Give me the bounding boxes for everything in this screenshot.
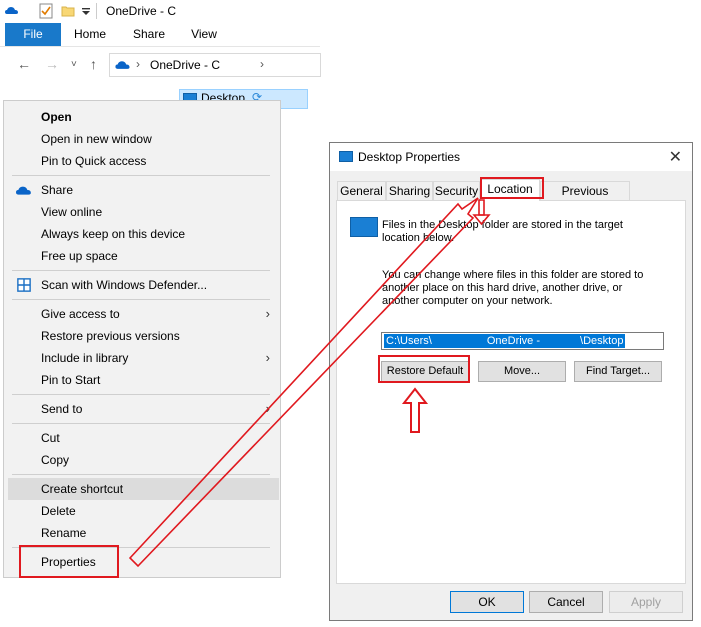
annotation-arrows: [128, 197, 491, 568]
annotation-arrow-up-restore: [401, 387, 429, 433]
annotation-arrow-down-location: [472, 199, 491, 226]
annotation-arrow-to-location-tab: [128, 197, 479, 568]
